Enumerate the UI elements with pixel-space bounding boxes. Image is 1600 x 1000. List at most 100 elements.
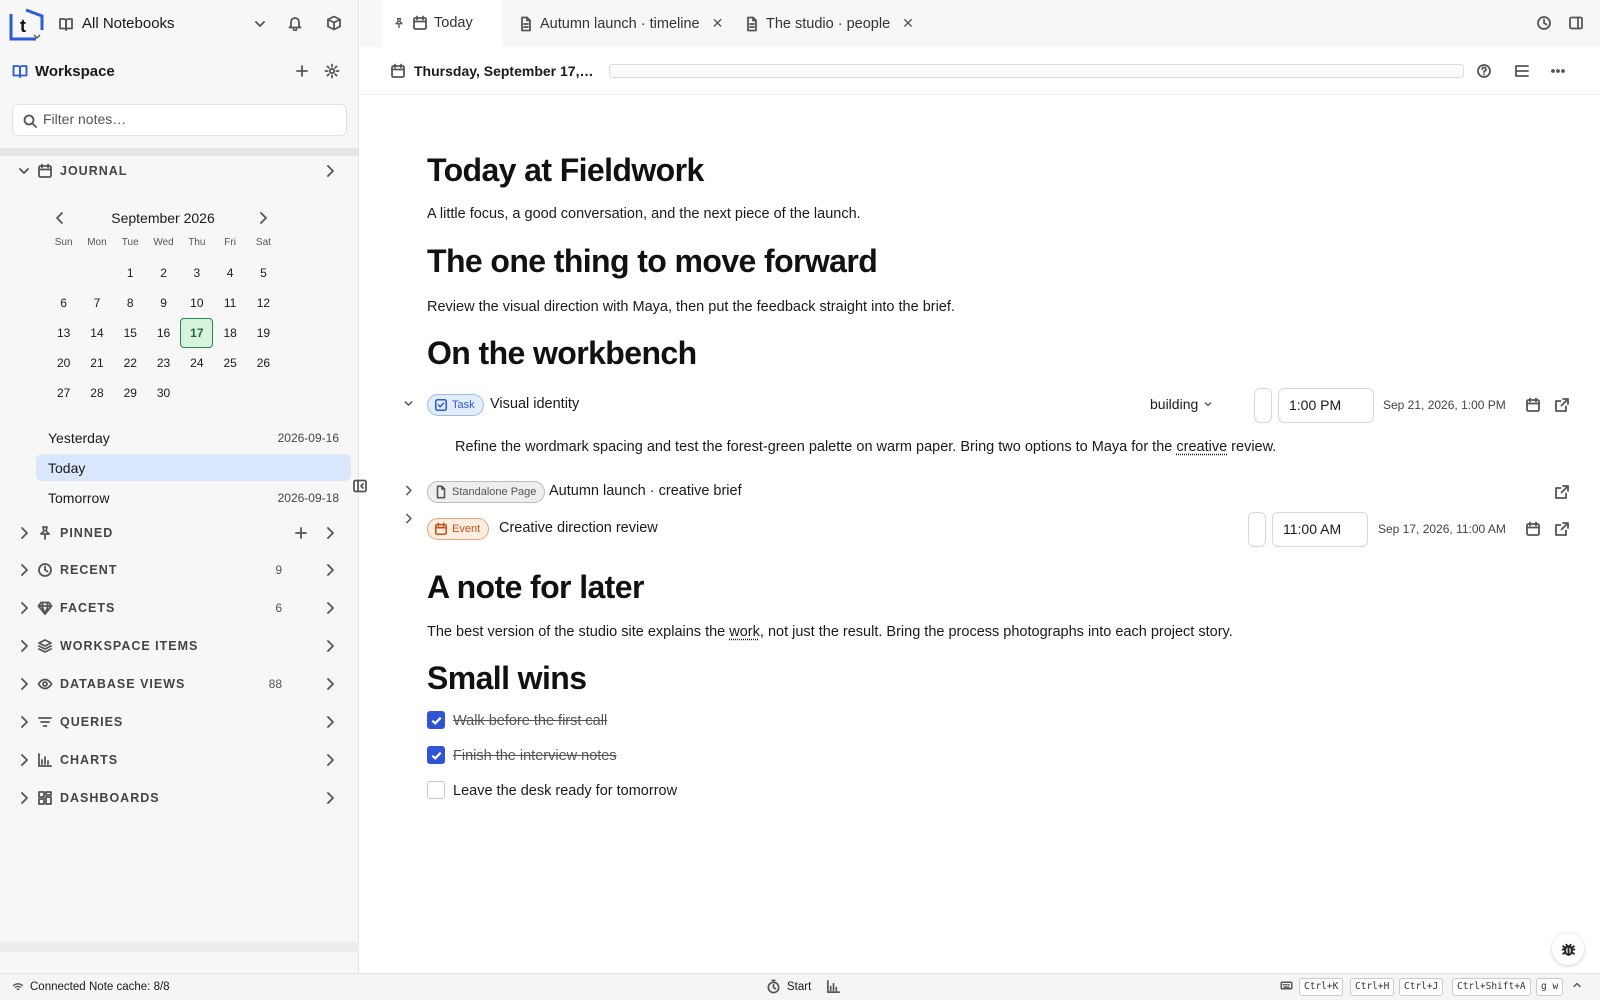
tab-today[interactable]: Today [392,0,473,47]
section-queries[interactable]: QUERIES [0,707,359,737]
toggle-panel-icon[interactable] [1568,15,1584,31]
calendar-day[interactable]: 22 [114,348,147,378]
event-item[interactable]: Event Creative direction review 11:00 AM… [402,512,1569,547]
calendar-day[interactable]: 12 [247,288,280,318]
tab-studio-people[interactable]: The studio · people ✕ [744,0,914,47]
time-stub[interactable] [1254,388,1272,423]
page-item[interactable]: Standalone Page Autumn launch · creative… [402,475,1569,509]
chevron-right-icon[interactable] [255,210,271,226]
chevron-up-icon[interactable] [1571,979,1583,991]
bar-chart-icon[interactable] [826,979,841,994]
calendar-day[interactable]: 1 [114,258,147,288]
timer-start-button[interactable]: Start [787,981,811,993]
chevron-down-icon[interactable] [402,397,415,410]
note-later-paragraph[interactable]: The best version of the studio site expl… [427,624,1233,640]
pin-icon[interactable] [392,17,406,29]
open-external-icon[interactable] [1554,521,1570,537]
more-icon[interactable] [1550,63,1566,79]
calendar-day[interactable]: 25 [213,348,246,378]
calendar-day[interactable]: 5 [247,258,280,288]
help-icon[interactable] [1476,63,1492,79]
calendar-day[interactable]: 24 [180,348,213,378]
chevron-right-icon[interactable] [322,638,338,654]
time-stub[interactable] [1248,512,1266,547]
chevron-down-icon[interactable] [252,16,268,32]
chevron-down-icon[interactable] [16,163,32,179]
calendar-day[interactable]: 20 [47,348,80,378]
calendar-day[interactable]: 16 [147,318,180,348]
section-charts[interactable]: CHARTS [0,745,359,775]
bell-icon[interactable] [287,15,303,31]
chevron-right-icon[interactable] [322,714,338,730]
journal-shortcut-today[interactable]: Today [36,454,351,481]
calendar-icon[interactable] [1525,397,1541,413]
section-recent[interactable]: RECENT 9 [0,555,359,585]
chevron-right-icon[interactable] [16,638,32,654]
filter-notes-input[interactable] [43,111,333,127]
calendar-day[interactable]: 26 [247,348,280,378]
chevron-right-icon[interactable] [322,562,338,578]
calendar-day[interactable]: 9 [147,288,180,318]
calendar-day[interactable]: 4 [213,258,246,288]
calendar-day[interactable]: 8 [114,288,147,318]
section-database-views[interactable]: DATABASE VIEWS 88 [0,669,359,699]
filter-notes-field[interactable] [12,104,347,136]
close-icon[interactable]: ✕ [712,15,724,32]
calendar-day[interactable]: 18 [213,318,246,348]
calendar-day[interactable]: 17 [180,318,214,348]
gear-icon[interactable] [324,63,340,79]
open-external-icon[interactable] [1554,397,1570,413]
intro-paragraph[interactable]: A little focus, a good conversation, and… [427,206,861,222]
chevron-right-icon[interactable] [16,562,32,578]
calendar-icon[interactable] [1525,521,1541,537]
chevron-right-icon[interactable] [16,600,32,616]
calendar-day[interactable]: 23 [147,348,180,378]
checkbox[interactable] [427,746,445,764]
chevron-right-icon[interactable] [322,676,338,692]
calendar-day[interactable]: 3 [180,258,213,288]
section-workspace-items[interactable]: WORKSPACE ITEMS [0,631,359,661]
debug-button[interactable] [1552,933,1584,965]
page-title-link[interactable]: Autumn launch · creative brief [549,483,742,499]
notebook-selector[interactable]: All Notebooks [82,15,175,32]
chevron-right-icon[interactable] [322,752,338,768]
calendar-day[interactable]: 7 [80,288,113,318]
checklist-item-label[interactable]: Finish the interview notes [453,748,617,764]
calendar-day[interactable]: 28 [80,378,113,408]
outline-icon[interactable] [1514,63,1530,79]
chevron-right-icon[interactable] [16,752,32,768]
calendar-day[interactable]: 30 [147,378,180,408]
checkbox[interactable] [427,781,445,799]
calendar-day[interactable]: 21 [80,348,113,378]
calendar-day[interactable]: 19 [247,318,280,348]
task-description-link[interactable]: creative [1176,439,1227,455]
chevron-right-icon[interactable] [322,600,338,616]
chevron-right-icon[interactable] [322,163,338,179]
task-state-select[interactable]: building [1150,396,1214,412]
task-title[interactable]: Visual identity [490,396,579,412]
calendar-day[interactable]: 27 [47,378,80,408]
journal-shortcut-yesterday[interactable]: Yesterday 2026-09-16 [36,424,351,451]
tab-autumn-launch-timeline[interactable]: Autumn launch · timeline ✕ [518,0,723,47]
task-description[interactable]: Refine the wordmark spacing and test the… [455,439,1276,455]
chevron-right-icon[interactable] [16,714,32,730]
chevron-right-icon[interactable] [16,676,32,692]
checkbox[interactable] [427,711,445,729]
calendar-day[interactable]: 13 [47,318,80,348]
chevron-right-icon[interactable] [16,790,32,806]
add-icon[interactable] [294,63,310,79]
collapse-sidebar-icon[interactable] [352,478,368,494]
app-logo-icon[interactable]: t [8,6,44,42]
section-journal[interactable]: JOURNAL [0,156,359,186]
task-item[interactable]: Task Visual identity building 1:00 PM Se… [402,388,1569,423]
add-icon[interactable] [293,525,309,541]
checklist-item-label[interactable]: Leave the desk ready for tomorrow [453,783,677,799]
calendar-day[interactable]: 29 [114,378,147,408]
checklist-item-label[interactable]: Walk before the first call [453,713,607,729]
section-pinned[interactable]: PINNED [0,518,359,548]
calendar-day[interactable]: 11 [213,288,246,318]
calendar-day[interactable]: 14 [80,318,113,348]
calendar-day[interactable]: 6 [47,288,80,318]
timer-icon[interactable] [766,979,781,994]
event-time-field[interactable]: 11:00 AM [1272,512,1368,547]
